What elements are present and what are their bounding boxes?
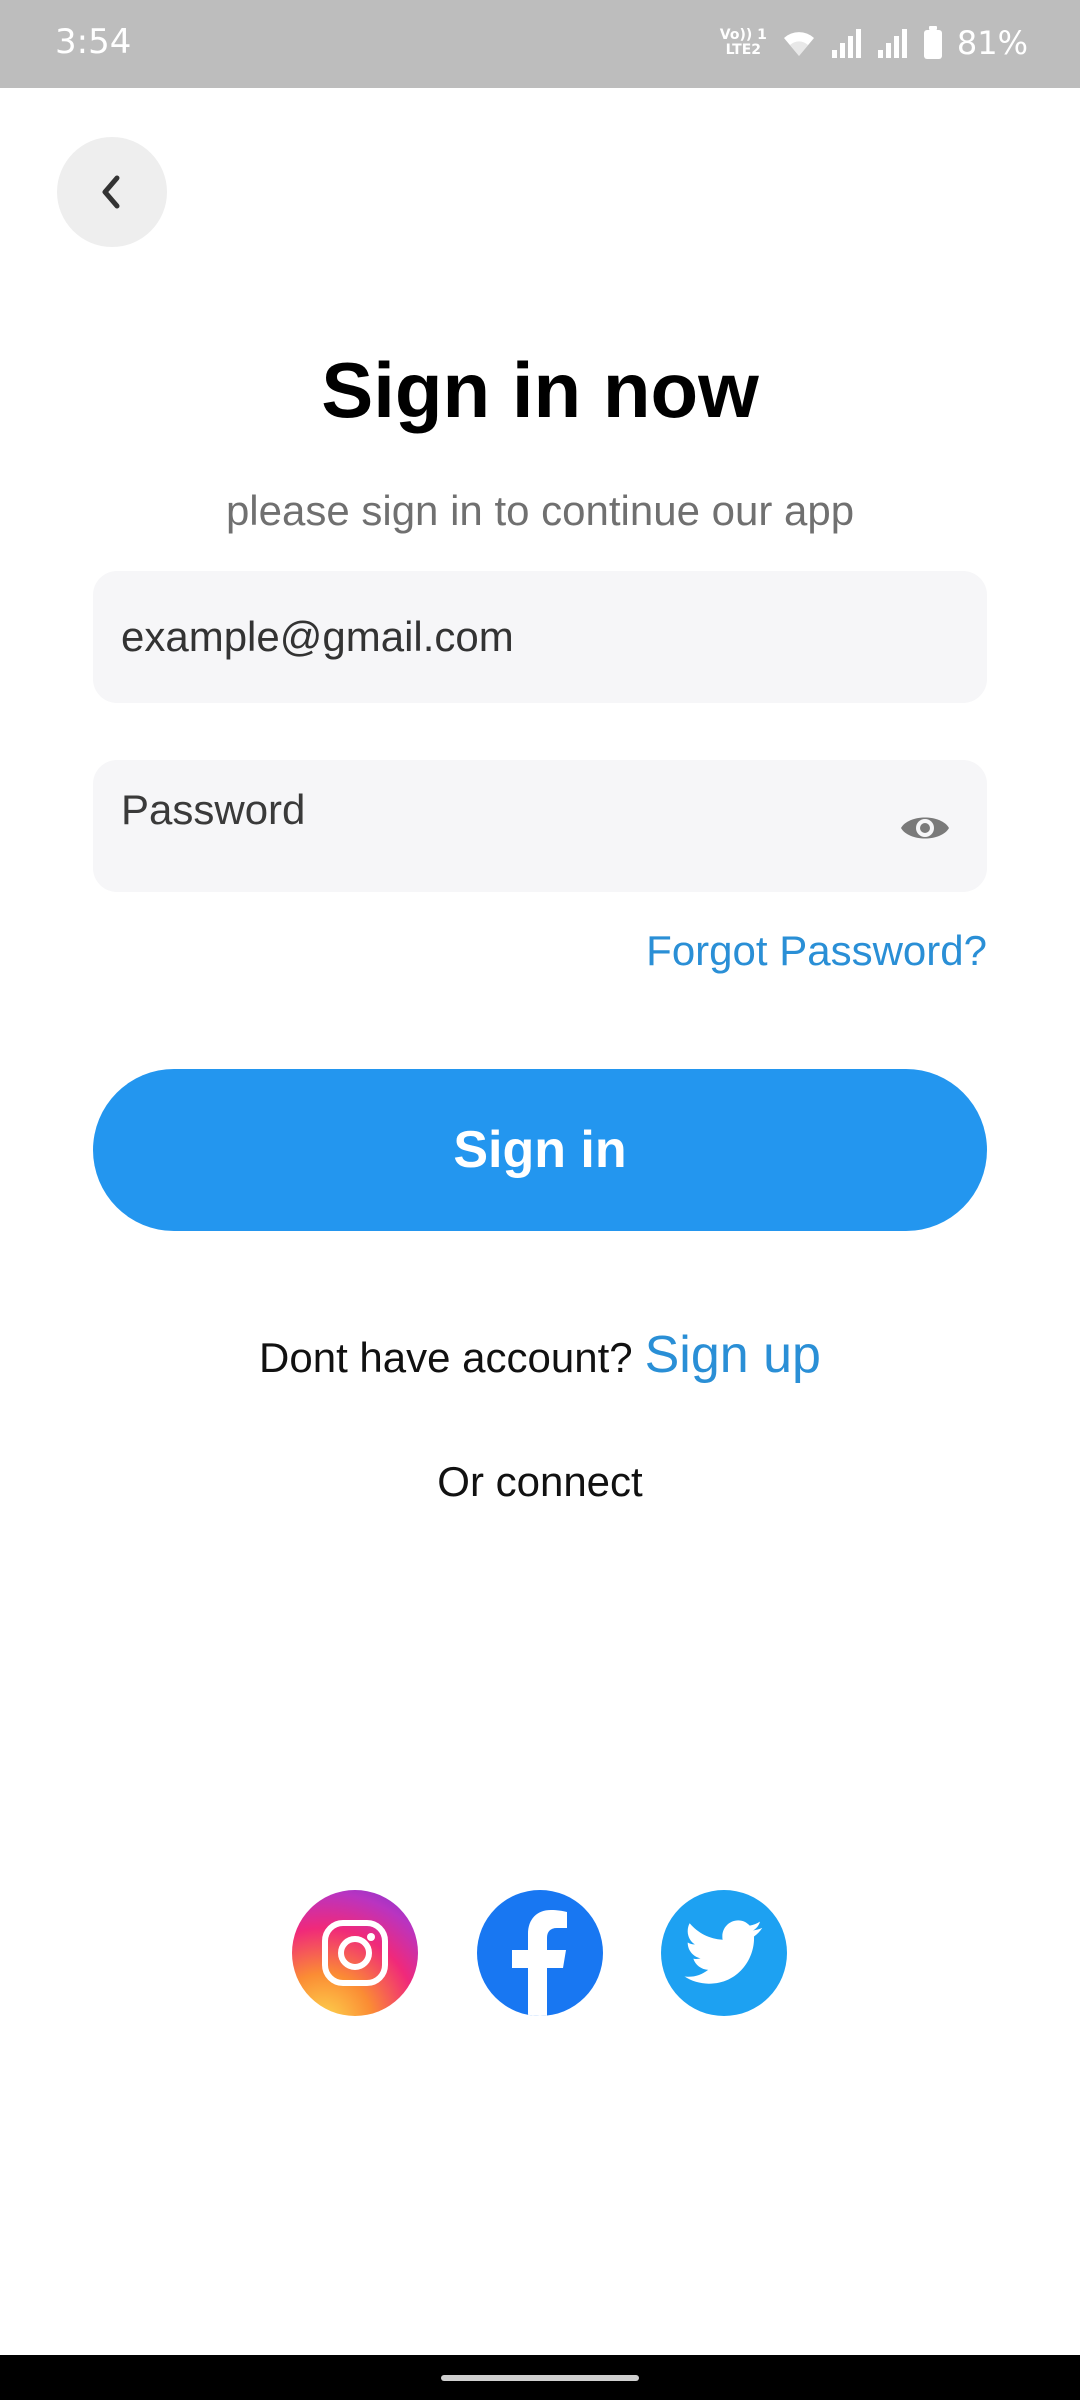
volte-icon: Vo)) 1 LTE2 [720,28,767,58]
page-title: Sign in now [321,346,759,434]
home-indicator[interactable] [441,2375,639,2381]
email-field[interactable] [121,571,881,703]
facebook-button[interactable] [477,1890,603,2016]
signal-icon [831,29,861,58]
status-icons: Vo)) 1 LTE2 81% [720,20,1028,66]
page-subtitle: please sign in to continue our app [225,487,855,534]
facebook-icon [512,1910,567,2016]
wifi-icon [783,32,814,56]
instagram-icon [322,1920,388,1986]
sign-up-link[interactable]: Sign up [645,1325,821,1385]
password-visibility-toggle[interactable] [899,808,951,848]
signup-prompt: Dont have account? [259,1334,633,1381]
status-time: 3:54 [55,22,132,62]
chevron-left-icon [102,175,120,209]
battery-percent: 81% [956,24,1028,62]
twitter-button[interactable] [661,1890,787,2016]
battery-icon [923,26,942,59]
volte-line2: LTE2 [725,42,762,58]
navigation-bar [0,2355,1080,2400]
twitter-icon [684,1920,763,1984]
instagram-button[interactable] [292,1890,418,2016]
status-bar: 3:54 Vo)) 1 LTE2 81% [0,0,1080,88]
back-button[interactable] [57,137,167,247]
password-field-container [93,760,987,892]
email-field-container [93,571,987,703]
signup-row: Dont have account? Sign up [0,1325,1080,1385]
forgot-password-link[interactable]: Forgot Password? [646,927,987,975]
eye-icon [901,817,949,839]
volte-line1: Vo)) 1 [719,27,767,43]
or-connect-label: Or connect [437,1458,643,1505]
sign-in-button[interactable]: Sign in [93,1069,987,1231]
password-field[interactable] [121,760,881,860]
signal-icon [877,29,907,58]
